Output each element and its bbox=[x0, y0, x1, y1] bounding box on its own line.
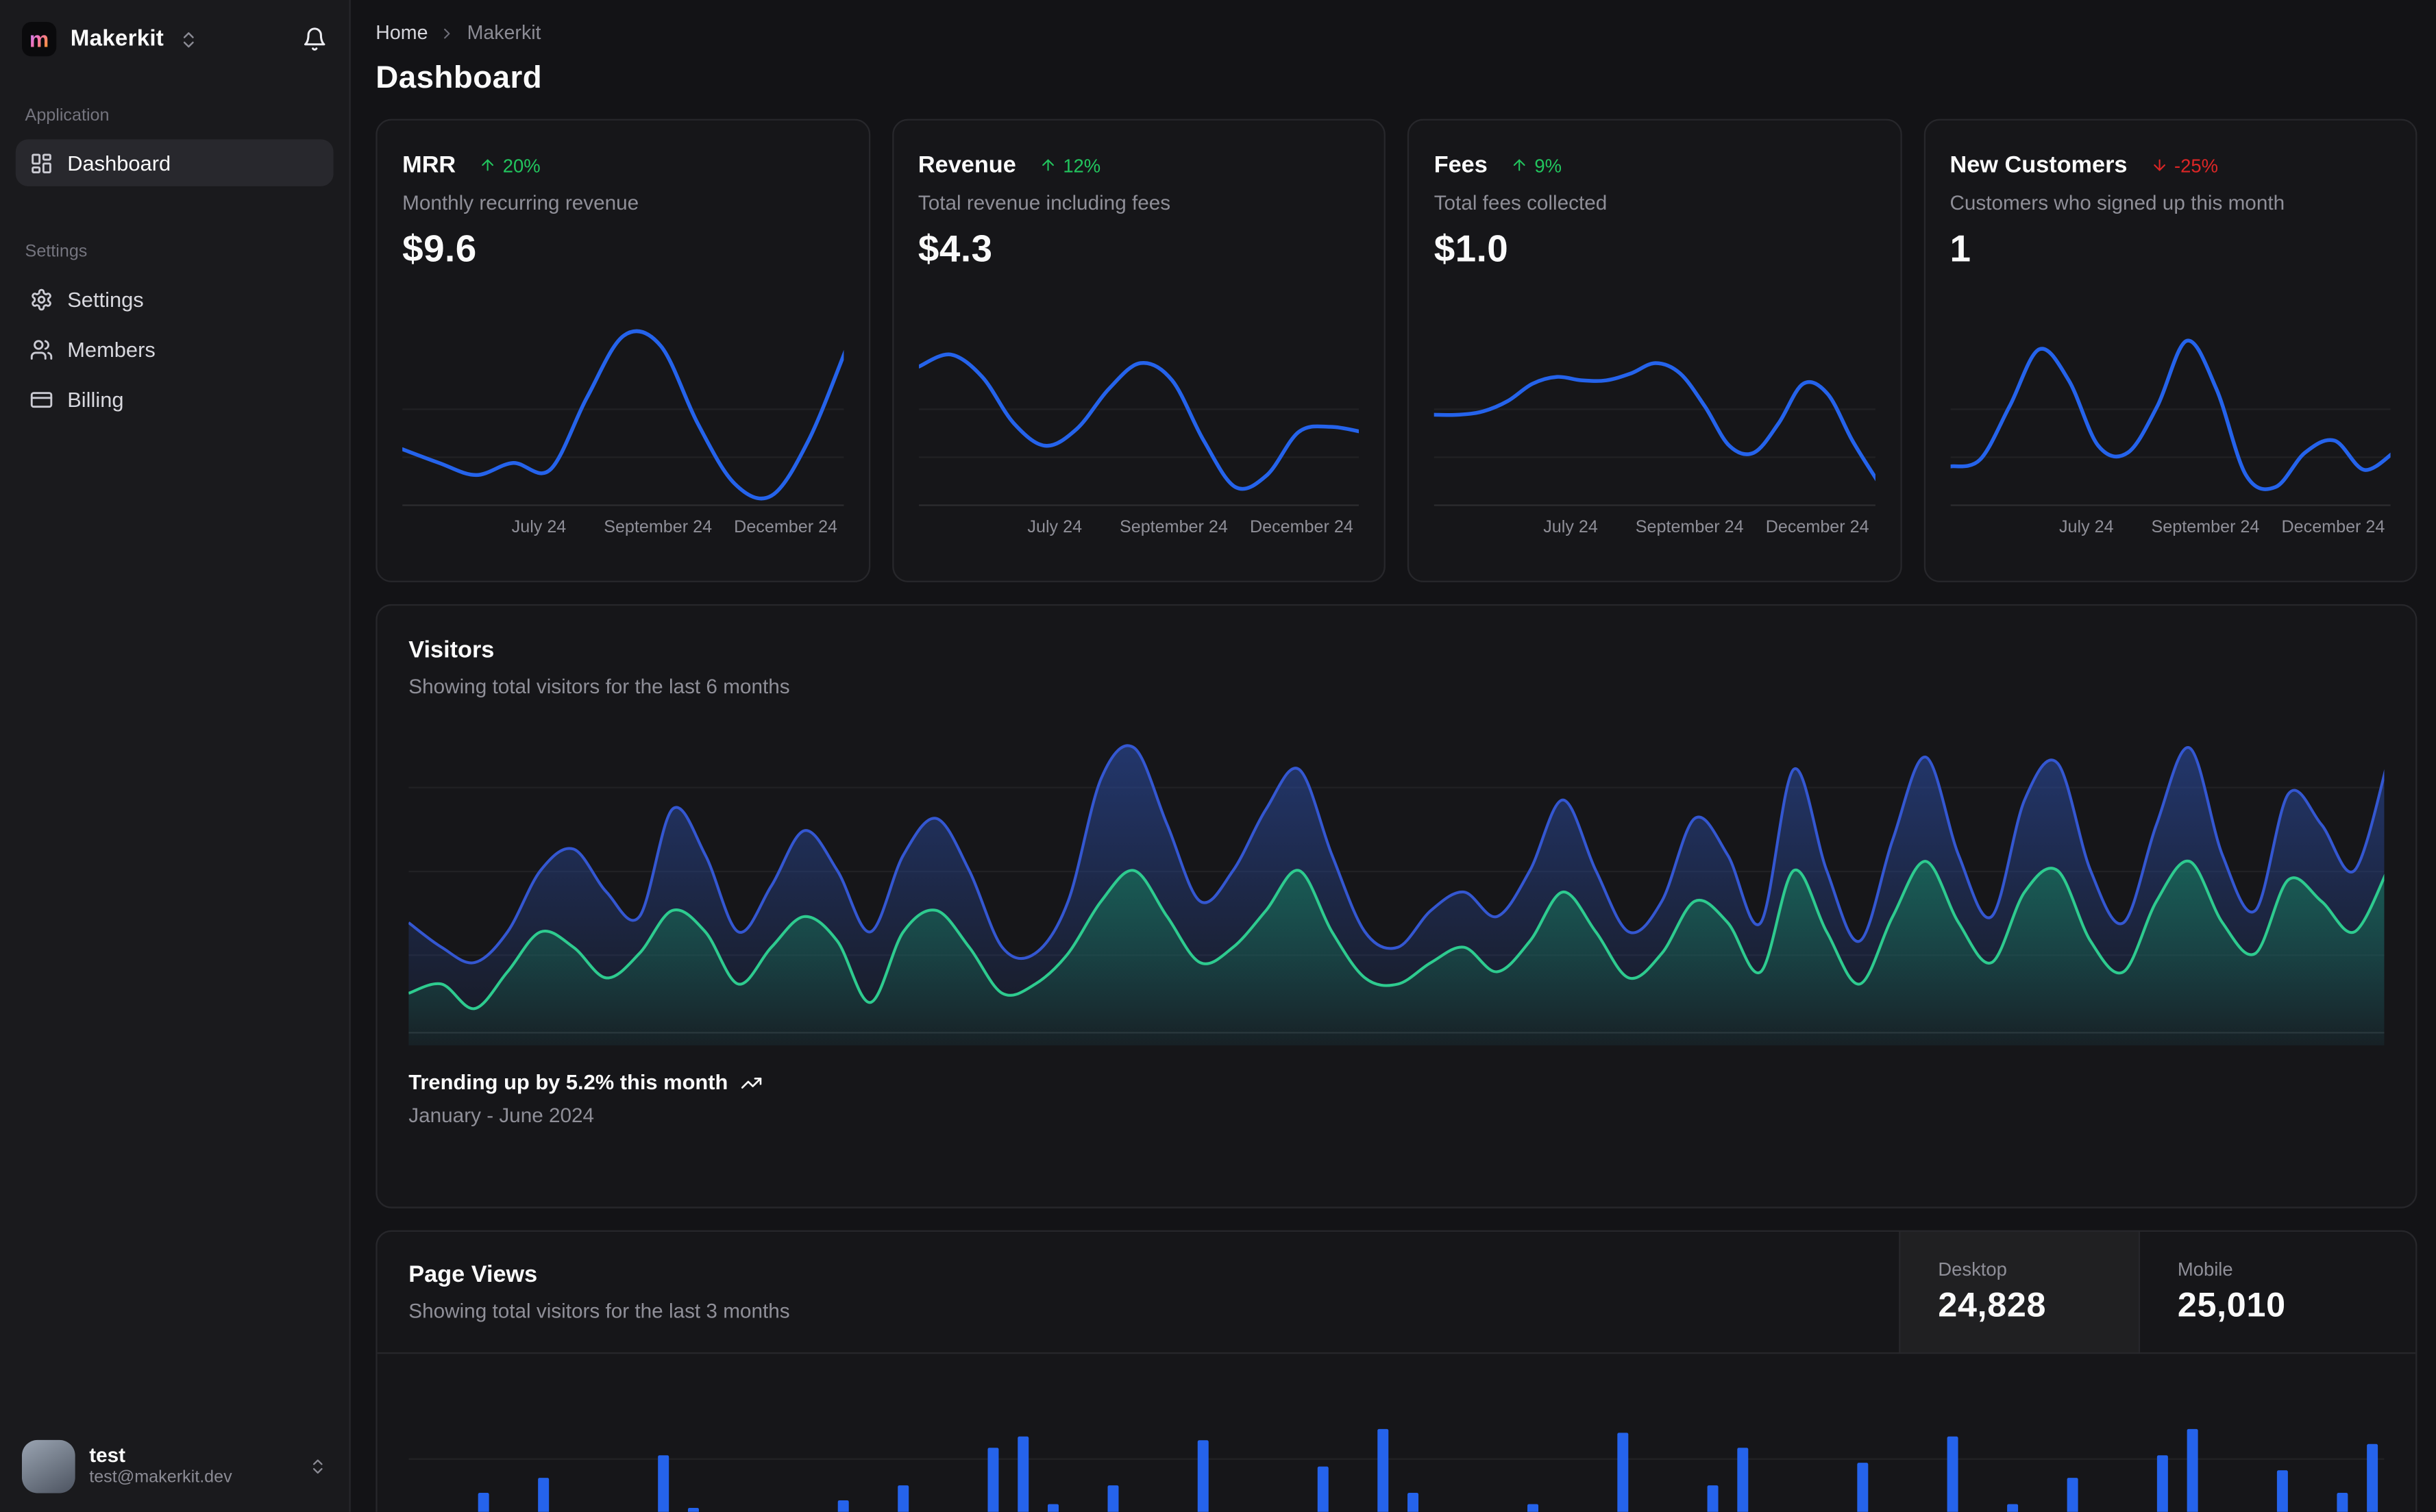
trending-up-icon bbox=[741, 1076, 762, 1088]
toggle-value: 24,828 bbox=[1938, 1285, 2047, 1324]
stat-subtitle: Monthly recurring revenue bbox=[402, 190, 639, 214]
x-axis-labels: July 24 September 24 December 24 bbox=[2058, 518, 2385, 537]
date-range-text: January - June 2024 bbox=[408, 1103, 595, 1127]
sidebar-item-billing[interactable]: Billing bbox=[16, 375, 334, 423]
breadcrumb-home[interactable]: Home bbox=[376, 22, 428, 44]
app-window: m Makerkit Application Dashboard Setting… bbox=[0, 0, 2436, 1512]
toggle-label: Mobile bbox=[2177, 1258, 2233, 1280]
breadcrumb: Home Makerkit bbox=[376, 22, 2417, 44]
trend-badge: -25% bbox=[2151, 154, 2218, 176]
stat-value: $9.6 bbox=[402, 228, 477, 271]
sidebar-item-settings[interactable]: Settings bbox=[16, 275, 334, 323]
avatar bbox=[21, 1439, 75, 1494]
stat-title: Fees bbox=[1434, 151, 1488, 179]
stat-subtitle: Total revenue including fees bbox=[918, 190, 1171, 214]
arrow-up-icon bbox=[1514, 159, 1526, 171]
members-icon bbox=[30, 339, 53, 359]
billing-icon bbox=[30, 391, 53, 407]
stat-cards-row: MRR 20% Monthly recurring revenue $9.6 J… bbox=[376, 119, 2417, 582]
mrr-sparkline bbox=[402, 329, 844, 506]
breadcrumb-current: Makerkit bbox=[467, 21, 541, 44]
stat-title: Revenue bbox=[918, 151, 1016, 179]
sparkline-chart: July 24 September 24 December 24 bbox=[402, 323, 844, 543]
visitors-footer: Trending up by 5.2% this month January -… bbox=[408, 1071, 2384, 1127]
visitors-card: Visitors Showing total visitors for the … bbox=[376, 604, 2417, 1209]
trending-text: Trending up by 5.2% this month bbox=[408, 1070, 728, 1094]
chevron-right-icon bbox=[444, 27, 451, 38]
x-axis-labels: July 24 September 24 December 24 bbox=[511, 518, 838, 537]
nav-section-settings: Settings bbox=[25, 243, 88, 262]
sidebar-item-label: Dashboard bbox=[67, 151, 171, 175]
user-menu[interactable]: test test@makerkit.dev bbox=[16, 1434, 334, 1496]
main-content: Home Makerkit Dashboard MRR 20% Monthly … bbox=[351, 0, 2436, 1512]
arrow-down-icon bbox=[2153, 159, 2165, 171]
page-views-title: Page Views bbox=[408, 1261, 538, 1289]
stat-card-revenue: Revenue 12% Total revenue including fees… bbox=[891, 119, 1386, 582]
toggle-label: Desktop bbox=[1938, 1258, 2007, 1280]
stat-value: 1 bbox=[1949, 228, 1971, 271]
sidebar-item-dashboard[interactable]: Dashboard bbox=[15, 139, 334, 186]
trend-badge: 20% bbox=[479, 154, 541, 176]
page-views-chart bbox=[378, 1354, 2416, 1512]
sparkline-chart: July 24 September 24 December 24 bbox=[1434, 323, 1875, 543]
page-views-bar-chart bbox=[408, 1428, 2385, 1512]
visitors-title: Visitors bbox=[408, 636, 495, 664]
fees-sparkline bbox=[1434, 361, 1875, 506]
page-views-header: Page Views Showing total visitors for th… bbox=[377, 1231, 2416, 1354]
stat-value: $1.0 bbox=[1434, 228, 1509, 271]
stat-card-new-customers: New Customers -25% Customers who signed … bbox=[1923, 119, 2417, 582]
user-name: test bbox=[89, 1443, 126, 1467]
new-customers-sparkline bbox=[1949, 338, 2391, 506]
sidebar-item-label: Settings bbox=[67, 287, 144, 311]
page-title: Dashboard bbox=[376, 61, 543, 96]
arrow-up-icon bbox=[1042, 159, 1054, 171]
workspace-selector[interactable]: m Makerkit bbox=[16, 18, 334, 59]
user-meta: test test@makerkit.dev bbox=[89, 1443, 232, 1490]
toggle-mobile[interactable]: Mobile 25,010 bbox=[2138, 1231, 2415, 1352]
stat-card-fees: Fees 9% Total fees collected $1.0 July 2… bbox=[1407, 119, 1902, 582]
trend-badge: 12% bbox=[1039, 154, 1100, 176]
sparkline-chart: July 24 September 24 December 24 bbox=[918, 323, 1360, 543]
chevrons-up-down-icon bbox=[312, 1459, 323, 1474]
chevrons-up-down-icon bbox=[183, 31, 193, 47]
sidebar-nav: Application Dashboard Settings Settings … bbox=[15, 106, 334, 1433]
workspace-name: Makerkit bbox=[70, 26, 164, 52]
arrow-up-icon bbox=[482, 159, 494, 171]
visitors-subtitle: Showing total visitors for the last 6 mo… bbox=[408, 674, 790, 698]
stat-title: New Customers bbox=[1949, 151, 2128, 179]
sparkline-chart: July 24 September 24 December 24 bbox=[1949, 323, 2391, 543]
makerkit-logo: m bbox=[21, 21, 57, 57]
settings-icon bbox=[32, 288, 51, 310]
page-views-subtitle: Showing total visitors for the last 3 mo… bbox=[408, 1299, 790, 1323]
stat-subtitle: Total fees collected bbox=[1434, 190, 1608, 214]
user-email: test@makerkit.dev bbox=[89, 1468, 232, 1487]
stat-card-mrr: MRR 20% Monthly recurring revenue $9.6 J… bbox=[376, 119, 870, 582]
visitors-area-chart bbox=[408, 744, 2385, 1046]
x-axis-labels: July 24 September 24 December 24 bbox=[1543, 518, 1869, 537]
sidebar: m Makerkit Application Dashboard Setting… bbox=[0, 0, 351, 1512]
visitors-chart bbox=[408, 723, 2385, 1046]
sidebar-item-members[interactable]: Members bbox=[16, 325, 334, 373]
page-views-card: Page Views Showing total visitors for th… bbox=[376, 1230, 2417, 1512]
stat-title: MRR bbox=[402, 151, 456, 179]
toggle-value: 25,010 bbox=[2177, 1285, 2286, 1324]
sidebar-item-label: Members bbox=[67, 337, 156, 361]
series-toggles: Desktop 24,828 Mobile 25,010 bbox=[1899, 1231, 2415, 1352]
stat-subtitle: Customers who signed up this month bbox=[1949, 190, 2285, 214]
bell-icon[interactable] bbox=[302, 27, 328, 52]
sidebar-item-label: Billing bbox=[67, 387, 124, 411]
stat-value: $4.3 bbox=[918, 228, 993, 271]
x-axis-labels: July 24 September 24 December 24 bbox=[1027, 518, 1353, 537]
nav-section-application: Application bbox=[25, 106, 110, 125]
trend-badge: 9% bbox=[1511, 154, 1562, 176]
revenue-sparkline bbox=[918, 352, 1360, 506]
toggle-desktop[interactable]: Desktop 24,828 bbox=[1899, 1231, 2139, 1352]
dashboard-icon bbox=[32, 153, 51, 173]
